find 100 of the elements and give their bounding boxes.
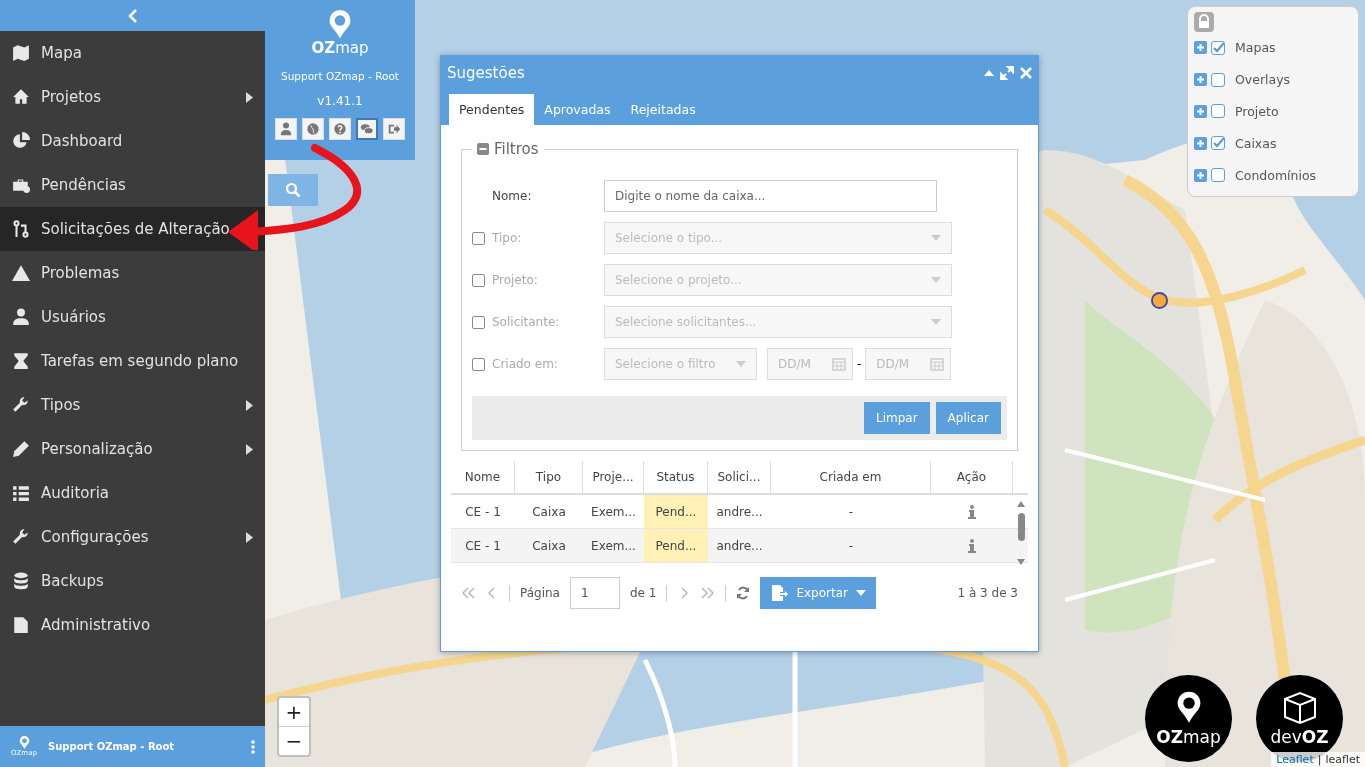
zoom-out-button[interactable]: − (279, 727, 309, 755)
expand-icon[interactable] (1194, 136, 1207, 150)
page-count: de 1 (629, 586, 657, 600)
sidebar-item[interactable]: Mapa (0, 31, 265, 75)
table-cell: Pend... (644, 495, 708, 528)
filter-label: Tipo: (492, 231, 523, 245)
caret-icon (931, 235, 941, 241)
expand-icon[interactable] (1194, 41, 1207, 55)
help-icon (333, 122, 347, 136)
sidebar-item[interactable]: Usuários (0, 295, 265, 339)
checkbox[interactable] (472, 273, 485, 287)
filter-label: Solicitante: (492, 315, 561, 329)
user-button[interactable] (275, 118, 297, 140)
sidebar-item[interactable]: Projetos (0, 75, 265, 119)
column-header: Solici... (708, 461, 771, 493)
layer-label: Projeto (1235, 103, 1279, 119)
range-separator: - (857, 357, 862, 371)
last-page-icon[interactable] (701, 587, 716, 599)
warning-icon (12, 264, 30, 282)
column-header: Proje... (583, 461, 644, 493)
pencil-icon (12, 440, 30, 458)
page-label: Página (520, 586, 560, 600)
info-icon[interactable] (968, 538, 976, 553)
collapse-icon[interactable] (477, 143, 489, 155)
sidebar-item[interactable]: Problemas (0, 251, 265, 295)
checkbox[interactable] (1211, 40, 1225, 55)
caret-icon (856, 590, 866, 596)
expand-icon[interactable] (1194, 168, 1207, 182)
sidebar-item[interactable]: Backups (0, 559, 265, 603)
tab[interactable]: Pendentes (449, 94, 535, 125)
checkbox[interactable] (1211, 104, 1225, 119)
logo-text: OZmap (311, 40, 369, 56)
collapse-icon[interactable] (984, 69, 994, 76)
fieldset-legend: Filtros (494, 140, 539, 158)
hourglass-icon (12, 352, 30, 370)
map-icon (12, 44, 30, 62)
layer-label: Mapas (1235, 40, 1276, 56)
caret-icon (931, 277, 941, 283)
checkbox[interactable] (472, 231, 485, 245)
zoom-in-button[interactable]: + (279, 698, 309, 727)
expand-icon[interactable] (1194, 104, 1207, 118)
input-field[interactable]: Digite o nome da caixa... (604, 180, 937, 212)
checkbox[interactable] (1211, 168, 1225, 183)
sidebar-item[interactable]: Dashboard (0, 119, 265, 163)
column-header: Criada em (771, 461, 931, 493)
globe-icon (306, 122, 320, 136)
expand-icon[interactable] (1194, 73, 1207, 87)
logout-icon (387, 122, 401, 136)
close-icon[interactable] (1020, 66, 1032, 79)
sidebar-item[interactable]: Auditoria (0, 471, 265, 515)
collapse-icon[interactable] (127, 8, 138, 23)
table-cell-text: Exem... (590, 537, 637, 555)
checkbox[interactable] (1211, 72, 1225, 87)
search-button[interactable] (268, 174, 318, 206)
first-page-icon[interactable] (461, 587, 475, 599)
sidebar-item[interactable]: Tipos (0, 383, 265, 427)
info-icon[interactable] (968, 504, 976, 519)
chat-icon (360, 122, 374, 136)
refresh-icon[interactable] (736, 586, 751, 600)
chat-button[interactable] (356, 118, 378, 140)
sidebar-item[interactable]: Personalização (0, 427, 265, 471)
caret-icon (931, 319, 941, 325)
table-cell-text: andre... (715, 503, 764, 521)
table-cell: Pend... (644, 529, 708, 562)
user-icon (12, 308, 30, 326)
expand-icon[interactable] (1000, 65, 1014, 80)
filter-label: Criado em: (492, 357, 559, 371)
user-icon (279, 122, 293, 136)
checkbox[interactable] (472, 357, 485, 371)
page-input[interactable]: 1 (569, 577, 620, 609)
table-cell-text: andre... (715, 537, 764, 555)
calendar-icon[interactable] (832, 357, 846, 371)
help-button[interactable] (329, 118, 351, 140)
result-count: 1 à 3 de 3 (957, 586, 1018, 600)
lock-icon[interactable] (1194, 12, 1214, 32)
sidebar-item[interactable]: Administrativo (0, 603, 265, 647)
sidebar-item[interactable]: Solicitações de Alteração (0, 207, 265, 251)
globe-button[interactable] (302, 118, 324, 140)
briefcase-icon (12, 176, 30, 194)
checkbox[interactable] (472, 315, 485, 329)
map-marker[interactable] (1151, 292, 1168, 309)
caret-icon (736, 361, 746, 367)
logout-button[interactable] (383, 118, 405, 140)
version-label: v1.41.1 (317, 94, 363, 108)
checkbox[interactable] (1211, 136, 1225, 151)
dialog-title: Sugestões (447, 63, 526, 82)
layer-label: Condomínios (1235, 167, 1317, 183)
database-icon (12, 572, 30, 590)
table-cell-text: Caixa (531, 537, 567, 555)
sidebar-item[interactable]: Tarefas em segundo plano (0, 339, 265, 383)
sidebar-item[interactable]: Pendências (0, 163, 265, 207)
filter-label: Projeto: (492, 273, 539, 287)
calendar-icon[interactable] (930, 357, 945, 371)
table-cell-text: CE - 1 (464, 537, 502, 555)
kebab-menu-icon[interactable] (251, 739, 255, 754)
sidebar-item[interactable]: Configurações (0, 515, 265, 559)
document-icon (770, 584, 789, 602)
table-cell-text: CE - 1 (464, 503, 502, 521)
wrench-icon (12, 396, 30, 414)
filter-label: Nome: (492, 189, 533, 203)
